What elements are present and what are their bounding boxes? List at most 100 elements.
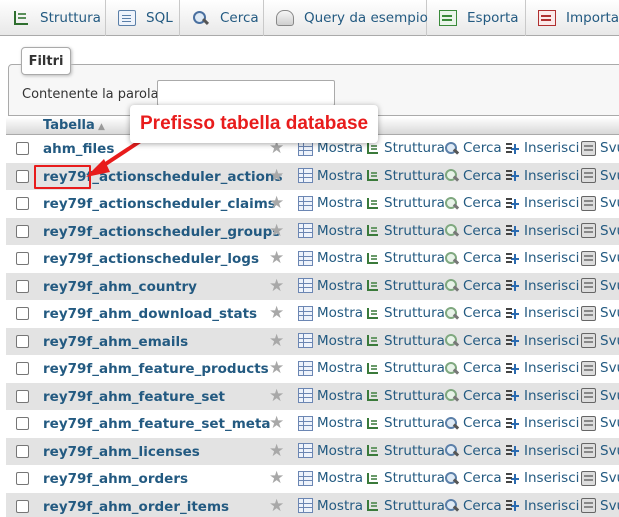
browse-link[interactable]: Mostra xyxy=(298,498,363,514)
insert-link[interactable]: Inserisci xyxy=(505,223,579,239)
row-checkbox[interactable] xyxy=(16,389,29,403)
tab-query-da-esempio[interactable]: Query da esempio xyxy=(264,0,428,36)
insert-link[interactable]: Inserisci xyxy=(505,498,579,514)
insert-link[interactable]: Inserisci xyxy=(505,415,579,431)
search-link[interactable]: Cerca xyxy=(444,195,502,211)
table-name-link[interactable]: rey79f_ahm_feature_set xyxy=(43,389,225,405)
search-link[interactable]: Cerca xyxy=(444,470,502,486)
favorite-star-icon[interactable]: ★ xyxy=(269,332,284,350)
table-name-link[interactable]: ahm_files xyxy=(43,141,114,157)
empty-link[interactable]: Svuota xyxy=(581,470,619,486)
row-checkbox[interactable] xyxy=(16,169,29,183)
structure-link[interactable]: Struttura xyxy=(365,195,445,211)
browse-link[interactable]: Mostra xyxy=(298,333,363,349)
empty-link[interactable]: Svuota xyxy=(581,278,619,294)
search-link[interactable]: Cerca xyxy=(444,415,502,431)
favorite-star-icon[interactable]: ★ xyxy=(269,497,284,515)
empty-link[interactable]: Svuota xyxy=(581,360,619,376)
row-checkbox[interactable] xyxy=(16,362,29,375)
table-name-link[interactable]: rey79f_ahm_feature_set_meta xyxy=(43,416,271,432)
structure-link[interactable]: Struttura xyxy=(365,333,445,349)
tab-struttura[interactable]: Struttura xyxy=(0,0,106,36)
insert-link[interactable]: Inserisci xyxy=(505,333,579,349)
tab-cerca[interactable]: Cerca xyxy=(180,0,264,36)
structure-link[interactable]: Struttura xyxy=(365,305,445,321)
favorite-star-icon[interactable]: ★ xyxy=(269,415,284,432)
structure-link[interactable]: Struttura xyxy=(365,223,445,239)
insert-link[interactable]: Inserisci xyxy=(505,360,579,376)
favorite-star-icon[interactable]: ★ xyxy=(269,305,284,322)
insert-link[interactable]: Inserisci xyxy=(505,168,579,184)
structure-link[interactable]: Struttura xyxy=(365,498,445,514)
structure-link[interactable]: Struttura xyxy=(365,360,445,376)
insert-link[interactable]: Inserisci xyxy=(505,140,579,156)
browse-link[interactable]: Mostra xyxy=(298,388,363,404)
search-link[interactable]: Cerca xyxy=(444,223,502,239)
tab-importa[interactable]: Importa xyxy=(526,0,619,36)
browse-link[interactable]: Mostra xyxy=(298,415,363,431)
structure-link[interactable]: Struttura xyxy=(365,140,445,156)
search-link[interactable]: Cerca xyxy=(444,388,502,404)
row-checkbox[interactable] xyxy=(16,197,29,210)
browse-link[interactable]: Mostra xyxy=(298,168,363,184)
row-checkbox[interactable] xyxy=(16,307,29,320)
row-checkbox[interactable] xyxy=(16,444,29,458)
favorite-star-icon[interactable]: ★ xyxy=(269,442,284,460)
browse-link[interactable]: Mostra xyxy=(298,195,363,211)
structure-link[interactable]: Struttura xyxy=(365,250,445,266)
table-name-link[interactable]: rey79f_actionscheduler_groups xyxy=(43,224,280,240)
empty-link[interactable]: Svuota xyxy=(581,195,619,211)
row-checkbox[interactable] xyxy=(16,499,29,513)
empty-link[interactable]: Svuota xyxy=(581,443,619,459)
structure-link[interactable]: Struttura xyxy=(365,278,445,294)
favorite-star-icon[interactable]: ★ xyxy=(269,250,284,267)
favorite-star-icon[interactable]: ★ xyxy=(269,470,284,487)
favorite-star-icon[interactable]: ★ xyxy=(269,167,284,185)
insert-link[interactable]: Inserisci xyxy=(505,443,579,459)
search-link[interactable]: Cerca xyxy=(444,360,502,376)
structure-link[interactable]: Struttura xyxy=(365,470,445,486)
empty-link[interactable]: Svuota xyxy=(581,388,619,404)
row-checkbox[interactable] xyxy=(16,224,29,238)
insert-link[interactable]: Inserisci xyxy=(505,195,579,211)
structure-link[interactable]: Struttura xyxy=(365,443,445,459)
empty-link[interactable]: Svuota xyxy=(581,140,619,156)
empty-link[interactable]: Svuota xyxy=(581,250,619,266)
browse-link[interactable]: Mostra xyxy=(298,305,363,321)
browse-link[interactable]: Mostra xyxy=(298,223,363,239)
table-name-link[interactable]: rey79f_ahm_feature_products xyxy=(43,361,269,377)
row-checkbox[interactable] xyxy=(16,334,29,348)
empty-link[interactable]: Svuota xyxy=(581,168,619,184)
structure-link[interactable]: Struttura xyxy=(365,168,445,184)
table-name-link[interactable]: rey79f_ahm_order_items xyxy=(43,499,229,515)
tab-sql[interactable]: SQL xyxy=(106,0,180,36)
search-link[interactable]: Cerca xyxy=(444,278,502,294)
favorite-star-icon[interactable]: ★ xyxy=(269,360,284,377)
structure-link[interactable]: Struttura xyxy=(365,388,445,404)
table-name-link[interactable]: rey79f_ahm_download_stats xyxy=(43,306,257,322)
column-header-tabella[interactable]: Tabella xyxy=(43,118,95,133)
favorite-star-icon[interactable]: ★ xyxy=(269,222,284,240)
row-checkbox[interactable] xyxy=(16,252,29,265)
table-name-link[interactable]: rey79f_ahm_country xyxy=(43,279,197,295)
search-link[interactable]: Cerca xyxy=(444,443,502,459)
empty-link[interactable]: Svuota xyxy=(581,415,619,431)
table-name-link[interactable]: rey79f_ahm_licenses xyxy=(43,444,200,460)
empty-link[interactable]: Svuota xyxy=(581,305,619,321)
favorite-star-icon[interactable]: ★ xyxy=(269,387,284,405)
browse-link[interactable]: Mostra xyxy=(298,360,363,376)
table-name-link[interactable]: rey79f_actionscheduler_claims xyxy=(43,196,276,212)
structure-link[interactable]: Struttura xyxy=(365,415,445,431)
row-checkbox[interactable] xyxy=(16,417,29,430)
insert-link[interactable]: Inserisci xyxy=(505,278,579,294)
search-link[interactable]: Cerca xyxy=(444,250,502,266)
empty-link[interactable]: Svuota xyxy=(581,223,619,239)
search-link[interactable]: Cerca xyxy=(444,333,502,349)
empty-link[interactable]: Svuota xyxy=(581,333,619,349)
tab-esporta[interactable]: Esporta xyxy=(427,0,526,36)
insert-link[interactable]: Inserisci xyxy=(505,305,579,321)
filter-input[interactable] xyxy=(157,80,335,106)
row-checkbox[interactable] xyxy=(16,279,29,293)
row-checkbox[interactable] xyxy=(16,142,29,155)
empty-link[interactable]: Svuota xyxy=(581,498,619,514)
